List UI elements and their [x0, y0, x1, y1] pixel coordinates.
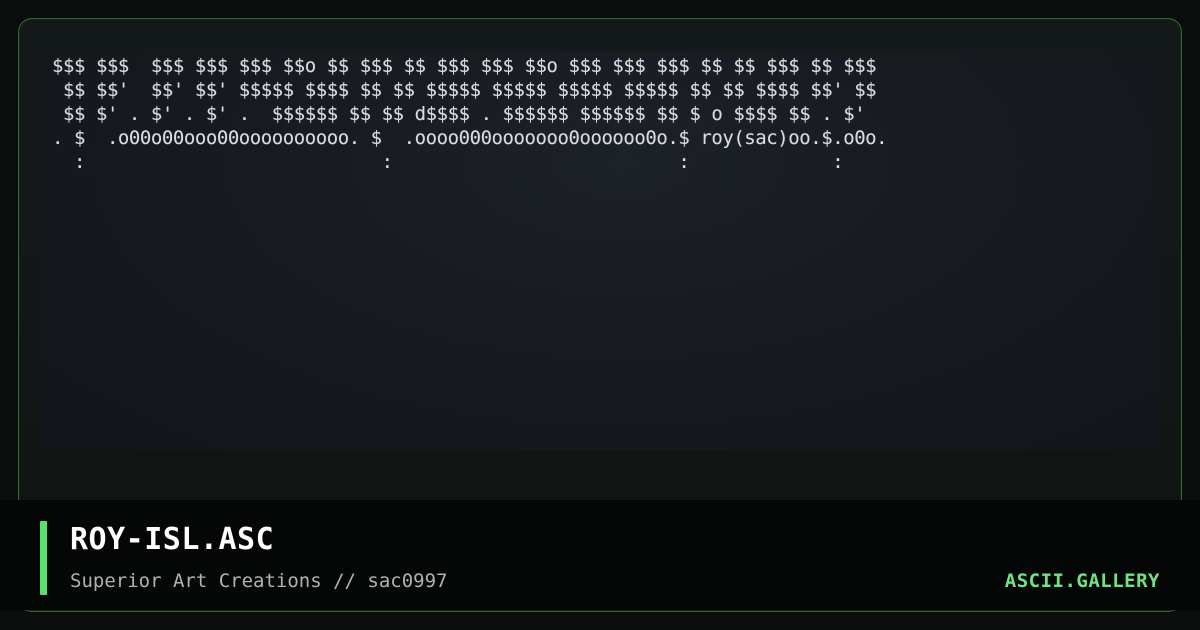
ascii-art-line: . $ .o00o00ooo00oooooooooo. $ .oooo000oo… — [52, 127, 888, 149]
ascii-art-line: $$ $$' $$' $$' $$$$$ $$$$ $$ $$ $$$$$ $$… — [52, 79, 877, 101]
file-title: ROY-ISL.ASC — [70, 522, 275, 557]
site-brand[interactable]: ASCII.GALLERY — [1005, 570, 1160, 592]
ascii-art-line: $$$ $$$ $$$ $$$ $$$ $$o $$ $$$ $$ $$$ $$… — [52, 55, 877, 77]
ascii-art-panel: $$$ $$$ $$$ $$$ $$$ $$o $$ $$$ $$ $$$ $$… — [40, 52, 1160, 450]
artist-credit: Superior Art Creations // sac0997 — [70, 570, 448, 592]
og-card: $$$ $$$ $$$ $$$ $$$ $$o $$ $$$ $$ $$$ $$… — [0, 0, 1200, 630]
accent-bar — [40, 521, 47, 595]
ascii-art-line: : : : : — [52, 151, 844, 173]
ascii-art-line: $$ $' . $' . $' . $$$$$$ $$ $$ d$$$$ . $… — [52, 103, 866, 125]
ascii-art: $$$ $$$ $$$ $$$ $$$ $$o $$ $$$ $$ $$$ $$… — [52, 54, 888, 174]
